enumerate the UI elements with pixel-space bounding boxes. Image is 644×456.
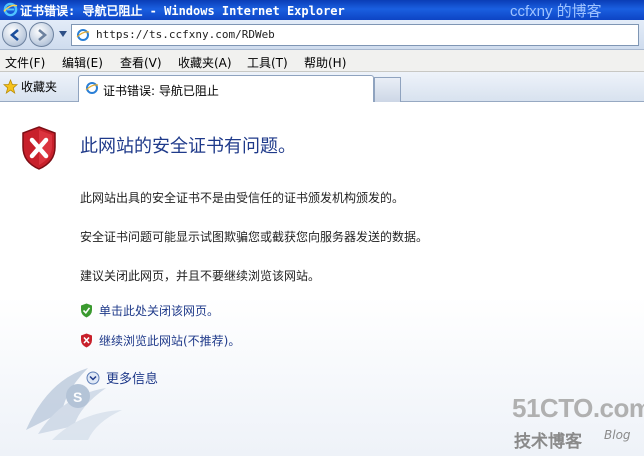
menu-view[interactable]: 查看(V) (120, 54, 162, 71)
menu-edit[interactable]: 编辑(E) (62, 54, 103, 71)
wing-logo-watermark: S (26, 368, 122, 440)
description-recommendation: 建议关闭此网页，并且不要继续浏览该网站。 (80, 269, 321, 283)
star-icon (3, 79, 18, 94)
history-dropdown-icon[interactable] (58, 30, 68, 38)
tech-blog-watermark: 技术博客 (514, 432, 582, 452)
navigation-bar: https://ts.ccfxny.com/RDWeb (0, 20, 644, 50)
window-title-bar[interactable]: 证书错误: 导航已阻止 - Windows Internet Explorer … (0, 0, 644, 20)
window-title: 证书错误: 导航已阻止 - Windows Internet Explorer (20, 4, 345, 18)
address-input[interactable]: https://ts.ccfxny.com/RDWeb (71, 24, 639, 46)
tab-label: 证书错误: 导航已阻止 (103, 84, 219, 98)
page-title: 此网站的安全证书有问题。 (80, 136, 296, 157)
menu-help[interactable]: 帮助(H) (304, 54, 346, 71)
back-button[interactable] (2, 22, 27, 47)
blog-watermark: ccfxny 的博客 (510, 3, 602, 20)
close-page-link[interactable]: 单击此处关闭该网页。 (80, 302, 219, 319)
tab-certificate-error[interactable]: 证书错误: 导航已阻止 (78, 75, 374, 102)
menu-favorites[interactable]: 收藏夹(A) (178, 54, 232, 71)
green-shield-check-icon (81, 303, 92, 318)
site-watermark: 51CTO.com (512, 393, 644, 423)
continue-label: 继续浏览此网站(不推荐)。 (99, 334, 241, 348)
security-error-shield-icon (22, 126, 56, 170)
tab-page-icon (85, 82, 99, 94)
menu-bar: 文件(F) 编辑(E) 查看(V) 收藏夹(A) 工具(T) 帮助(H) (0, 50, 644, 72)
favorites-label: 收藏夹 (21, 80, 58, 94)
back-arrow-icon (9, 29, 19, 41)
red-shield-x-icon (81, 333, 92, 348)
forward-arrow-icon (38, 29, 48, 41)
favorites-button[interactable]: 收藏夹 (3, 78, 57, 95)
close-page-label: 单击此处关闭该网页。 (99, 304, 220, 318)
menu-file[interactable]: 文件(F) (5, 54, 45, 71)
ie-logo-icon (3, 2, 18, 17)
continue-to-website-link[interactable]: 继续浏览此网站(不推荐)。 (80, 332, 240, 349)
new-tab-button[interactable] (374, 77, 401, 102)
description-untrusted-ca: 此网站出具的安全证书不是由受信任的证书颁发机构颁发的。 (80, 191, 405, 205)
svg-text:S: S (73, 389, 82, 405)
address-url: https://ts.ccfxny.com/RDWeb (96, 28, 275, 41)
forward-button[interactable] (29, 22, 54, 47)
menu-tools[interactable]: 工具(T) (247, 54, 288, 71)
tab-bar: 收藏夹 证书错误: 导航已阻止 (0, 72, 644, 102)
blog-watermark-label: Blog (604, 428, 631, 442)
page-icon (76, 29, 90, 41)
description-risk: 安全证书问题可能显示试图欺骗您或截获您向服务器发送的数据。 (80, 230, 429, 244)
